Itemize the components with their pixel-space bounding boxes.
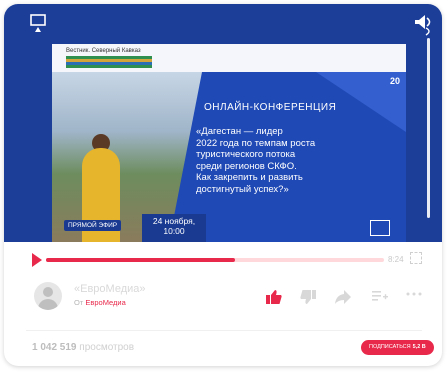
slide-time: 10:00 <box>163 226 185 236</box>
subscribe-label: ПОДПИСАТЬСЯ <box>369 344 411 350</box>
slide-body: «Дагестан — лидер 2022 года по темпам ро… <box>196 126 316 195</box>
video-card: Вестник. Северный Кавказ 20 ОНЛАЙН-КОНФЕ… <box>4 4 442 366</box>
more-icon[interactable] <box>406 291 422 297</box>
volume-slider[interactable] <box>427 38 430 218</box>
slide-logo-icon <box>370 220 390 236</box>
subscribe-button[interactable]: ПОДПИСАТЬСЯ 5,2 В <box>361 340 434 355</box>
divider <box>26 330 422 331</box>
channel-name[interactable]: «ЕвроМедиа» <box>74 283 146 295</box>
add-to-queue-icon[interactable] <box>372 289 388 303</box>
author-link[interactable]: ЕвроМедиа <box>85 298 125 307</box>
slide-date: 24 ноября, <box>152 216 196 226</box>
cast-icon[interactable] <box>30 14 46 34</box>
slide-badge: 20 <box>389 76 400 86</box>
live-label: ПРЯМОЙ ЭФИР <box>64 220 122 231</box>
views-label: просмотров <box>79 342 135 353</box>
progress-fill <box>46 258 236 262</box>
slide-date-box: 24 ноября, 10:00 <box>142 214 206 242</box>
slide-title: ОНЛАЙН-КОНФЕРЕНЦИЯ <box>204 102 337 113</box>
play-icon[interactable] <box>32 253 42 267</box>
volume-icon[interactable] <box>414 14 434 36</box>
author-line: От ЕвроМедиа <box>74 298 126 307</box>
channel-avatar[interactable] <box>34 282 62 310</box>
duration-label: 8:24 <box>388 255 404 264</box>
slide-brand-logo <box>66 56 152 68</box>
video-player[interactable]: Вестник. Северный Кавказ 20 ОНЛАЙН-КОНФЕ… <box>4 4 442 242</box>
thumbs-up-icon[interactable] <box>266 289 282 305</box>
thumbs-down-icon[interactable] <box>300 289 316 305</box>
fullscreen-icon[interactable] <box>410 252 422 264</box>
views-number: 1 042 519 <box>32 342 77 353</box>
slide-brand-text: Вестник. Северный Кавказ <box>66 48 141 54</box>
author-prefix: От <box>74 298 84 307</box>
video-frame: Вестник. Северный Кавказ 20 ОНЛАЙН-КОНФЕ… <box>52 44 406 242</box>
view-count: 1 042 519 просмотров <box>32 342 134 353</box>
subscriber-count: 5,2 В <box>412 344 426 350</box>
share-icon[interactable] <box>334 289 352 305</box>
progress-bar[interactable] <box>46 258 384 262</box>
